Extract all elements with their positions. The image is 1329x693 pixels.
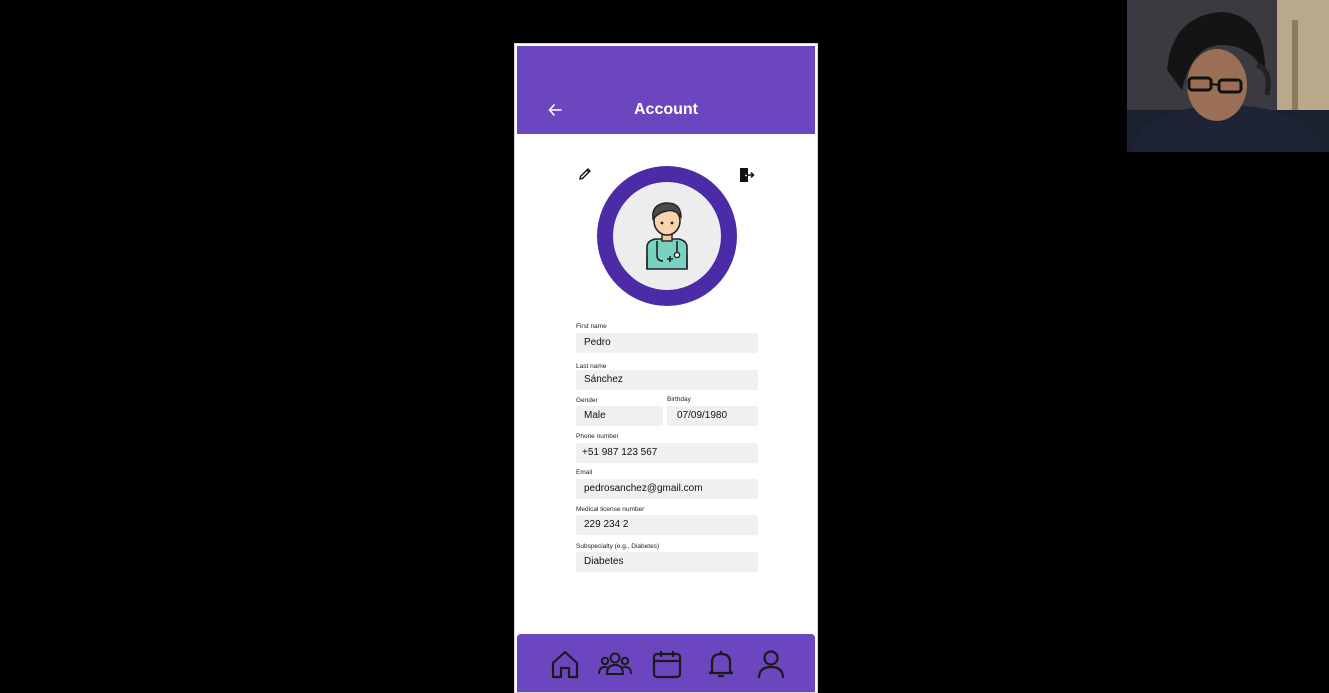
subspecialty-label: Subspecialty (e.g., Diabetes): [576, 543, 660, 550]
gender-field[interactable]: Male: [576, 406, 663, 426]
calendar-icon: [652, 651, 682, 679]
user-icon: [757, 650, 785, 679]
nav-patients[interactable]: [597, 646, 633, 682]
birthday-label: Birthday: [667, 396, 691, 403]
page-title: Account: [634, 101, 698, 118]
gender-label: Gender: [576, 397, 598, 404]
nav-calendar[interactable]: [649, 646, 685, 682]
last-name-label: Last name: [576, 363, 607, 370]
license-label: Medical license number: [576, 506, 645, 513]
license-field[interactable]: 229 234 2: [576, 515, 758, 535]
nav-notifications[interactable]: [703, 646, 739, 682]
email-label: Email: [576, 469, 593, 476]
nav-home[interactable]: [547, 646, 583, 682]
app-bar: Account: [517, 46, 815, 134]
pencil-icon: [579, 168, 591, 180]
last-name-field[interactable]: Sánchez: [576, 370, 758, 390]
bottom-nav: [517, 634, 815, 692]
home-icon: [551, 650, 579, 679]
phone-label: Phone number: [576, 433, 619, 440]
first-name-label: First name: [576, 323, 607, 330]
avatar-background: [613, 182, 721, 290]
birthday-field[interactable]: 07/09/1980: [667, 406, 758, 426]
bell-icon: [708, 651, 734, 678]
avatar: [597, 166, 737, 306]
edit-button[interactable]: [577, 166, 593, 182]
email-field[interactable]: pedrosanchez@gmail.com: [576, 479, 758, 499]
phone-field[interactable]: +51 987 123 567: [576, 443, 758, 463]
webcam-feed: [1127, 0, 1329, 152]
doctor-avatar-icon: [646, 202, 688, 270]
phone-screen: Account First name Pedro Last name Sánch…: [514, 43, 818, 693]
door-exit-icon: [740, 168, 755, 182]
webcam-overlay: [1127, 0, 1329, 152]
logout-button[interactable]: [737, 166, 755, 184]
people-icon: [598, 652, 632, 675]
first-name-field[interactable]: Pedro: [576, 333, 758, 353]
nav-account[interactable]: [753, 646, 789, 682]
subspecialty-field[interactable]: Diabetes: [576, 552, 758, 572]
